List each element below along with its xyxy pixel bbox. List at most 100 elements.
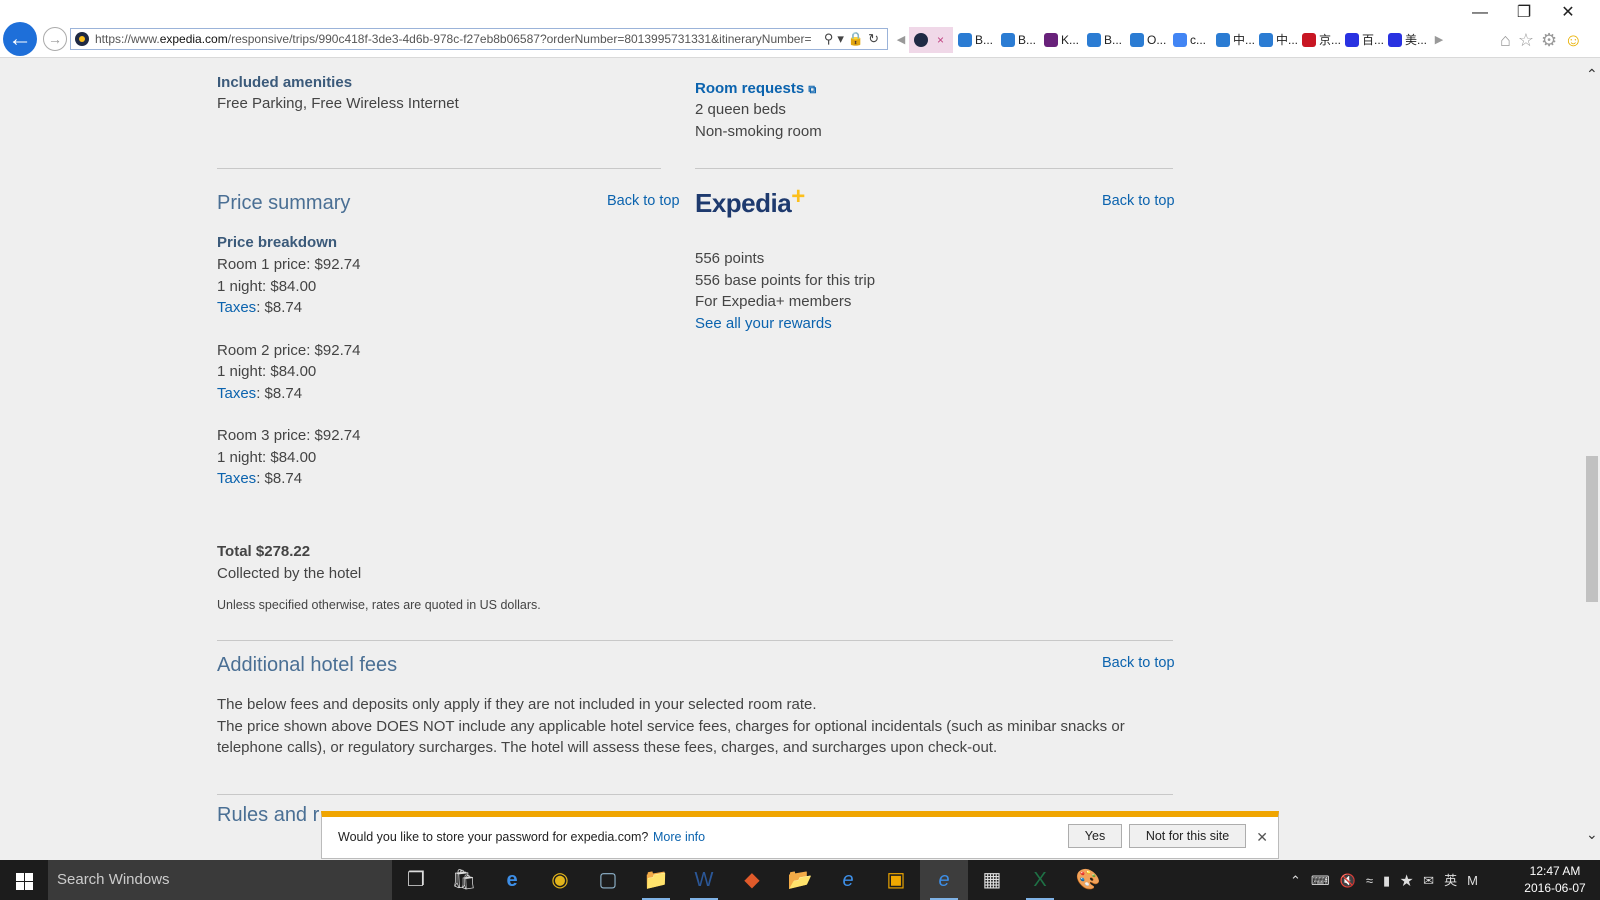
password-prompt-text: Would you like to store your password fo… — [338, 830, 649, 844]
file-explorer-icon[interactable]: 📁 — [632, 860, 680, 900]
not-for-this-site-button[interactable]: Not for this site — [1129, 824, 1246, 848]
system-tray: ⌃⌨🔇≈▮★✉英M — [1290, 870, 1488, 889]
show-hidden-icons-icon[interactable]: ⌃ — [1290, 873, 1311, 888]
scroll-up-icon[interactable]: ⌃ — [1586, 66, 1598, 83]
divider — [695, 168, 1173, 169]
rewards-points: 556 points — [695, 250, 765, 267]
browser-tab[interactable]: 京... — [1297, 27, 1341, 53]
divider — [217, 640, 1173, 641]
collected-by-hotel: Collected by the hotel — [217, 564, 362, 582]
word-icon[interactable]: W — [680, 860, 728, 900]
tab-close-icon[interactable]: × — [937, 27, 944, 53]
room-taxes: Taxes: $8.74 — [217, 297, 360, 319]
room-price: Room 2 price: $92.74 — [217, 341, 361, 359]
external-link-icon: ⧉ — [808, 84, 817, 96]
notepad-icon[interactable]: ▢ — [584, 860, 632, 900]
browser-tab[interactable]: 中... — [1211, 27, 1255, 53]
git-icon[interactable]: ◆ — [728, 860, 776, 900]
address-bar-icons: ⚲▾🔒↻ — [824, 31, 883, 47]
vertical-scrollbar[interactable]: ⌃ ⌄ — [1584, 58, 1600, 860]
minimize-icon[interactable]: — — [1458, 4, 1502, 22]
tab-label: 中... — [1233, 33, 1255, 47]
task-view-icon[interactable]: ❐ — [392, 860, 440, 900]
browser-tab[interactable]: 百... — [1340, 27, 1384, 53]
smiley-feedback-icon[interactable]: ☺ — [1564, 30, 1589, 50]
forward-arrow-icon[interactable]: → — [43, 27, 67, 51]
scroll-down-icon[interactable]: ⌄ — [1586, 826, 1598, 843]
volume-muted-icon[interactable]: 🔇 — [1340, 873, 1366, 888]
address-url[interactable]: https://www.expedia.com/responsive/trips… — [95, 32, 815, 46]
total-price: Total $278.22 — [217, 543, 311, 560]
tab-scroll-left-icon[interactable]: ◀ — [893, 27, 909, 53]
back-to-top-link[interactable]: Back to top — [1102, 193, 1175, 209]
notifications-icon[interactable]: ✉ — [1423, 873, 1444, 888]
back-to-top-link[interactable]: Back to top — [607, 193, 680, 209]
browser-tab[interactable]: B... — [1082, 27, 1126, 53]
see-rewards-link[interactable]: See all your rewards — [695, 313, 875, 335]
baidu-icon — [1388, 33, 1402, 47]
tab-label: K... — [1061, 33, 1080, 47]
home-icon[interactable]: ⌂ — [1500, 30, 1518, 50]
ime-language[interactable]: 英 — [1444, 873, 1467, 888]
edge-icon[interactable]: e — [488, 860, 536, 900]
taxes-link[interactable]: Taxes — [217, 470, 256, 487]
browser-tab[interactable]: K... — [1039, 27, 1083, 53]
excel-icon[interactable]: X — [1016, 860, 1064, 900]
close-window-icon[interactable]: ✕ — [1546, 2, 1590, 22]
tab-scroll-right-icon[interactable]: ▶ — [1431, 27, 1447, 53]
settings-gear-icon[interactable]: ⚙ — [1541, 30, 1564, 50]
scroll-thumb[interactable] — [1586, 456, 1598, 602]
taxes-link[interactable]: Taxes — [217, 299, 256, 316]
yes-button[interactable]: Yes — [1068, 824, 1122, 848]
keyboard-icon[interactable]: ⌨ — [1311, 873, 1340, 888]
refresh-icon[interactable]: ↻ — [868, 31, 883, 46]
hotel-fees-line: The below fees and deposits only apply i… — [217, 696, 817, 713]
room-requests-section: Room requests ⧉ 2 queen beds Non-smoking… — [695, 80, 822, 142]
sticky-app-icon[interactable]: ▣ — [872, 860, 920, 900]
hotel-fees-text: The below fees and deposits only apply i… — [217, 694, 1177, 759]
battery-icon[interactable]: ▮ — [1383, 873, 1400, 888]
room-requests-link[interactable]: Room requests ⧉ — [695, 80, 822, 97]
taxes-link[interactable]: Taxes — [217, 385, 256, 402]
store-icon[interactable]: 🛍 — [440, 860, 488, 900]
tab-label: 中... — [1276, 33, 1298, 47]
browser-tab[interactable]: 中... — [1254, 27, 1298, 53]
windows-start-icon[interactable] — [0, 860, 48, 900]
dropdown-chevron-icon[interactable]: ▾ — [837, 31, 848, 46]
browser-toolbar-icons: ⌂☆⚙☺ — [1500, 30, 1590, 51]
tab-label: B... — [1018, 33, 1037, 47]
ie-icon[interactable]: e — [824, 860, 872, 900]
calculator-icon[interactable]: ▦ — [968, 860, 1016, 900]
divider — [217, 168, 661, 169]
rooms-list: Room 1 price: $92.74 1 night: $84.00 Taxes… — [217, 254, 360, 490]
tab-expedia-active[interactable]: × — [909, 27, 953, 53]
clock-date: 2016-06-07 — [1524, 881, 1586, 895]
ie-active-icon[interactable]: e — [920, 860, 968, 900]
back-arrow-icon[interactable]: ← — [3, 22, 37, 56]
browser-tab[interactable]: O... — [1125, 27, 1169, 53]
room-night-price: 1 night: $84.00 — [217, 448, 317, 466]
rewards-base-points: 556 base points for this trip — [695, 271, 876, 289]
favorites-star-icon[interactable]: ☆ — [1518, 30, 1541, 50]
ime-mode-icon[interactable]: ★ — [1400, 873, 1423, 888]
browser-tab[interactable]: 美... — [1383, 27, 1427, 53]
browser-tab[interactable]: B... — [996, 27, 1040, 53]
browser-tab[interactable]: c... — [1168, 27, 1212, 53]
back-to-top-link[interactable]: Back to top — [1102, 655, 1175, 671]
close-notification-icon[interactable]: ✕ — [1256, 829, 1268, 846]
price-breakdown: Price breakdown Room 1 price: $92.74 1 ni… — [217, 234, 360, 490]
taskbar-search-input[interactable]: Search Windows — [48, 860, 392, 900]
more-info-link[interactable]: More info — [653, 830, 705, 844]
wifi-icon[interactable]: ≈ — [1366, 873, 1383, 888]
lock-icon[interactable]: 🔒 — [848, 31, 868, 46]
restore-icon[interactable]: ❐ — [1502, 2, 1546, 22]
taskbar-clock[interactable]: 12:47 AM 2016-06-07 — [1520, 863, 1590, 897]
chrome-icon[interactable]: ◉ — [536, 860, 584, 900]
folder-icon[interactable]: 📂 — [776, 860, 824, 900]
room-night-price: 1 night: $84.00 — [217, 363, 317, 380]
address-bar[interactable]: https://www.expedia.com/responsive/trips… — [70, 28, 888, 50]
paint-icon[interactable]: 🎨 — [1064, 860, 1112, 900]
browser-tab[interactable]: B... — [953, 27, 997, 53]
search-icon[interactable]: ⚲ — [824, 31, 838, 46]
ime-m-icon[interactable]: M — [1467, 873, 1488, 888]
